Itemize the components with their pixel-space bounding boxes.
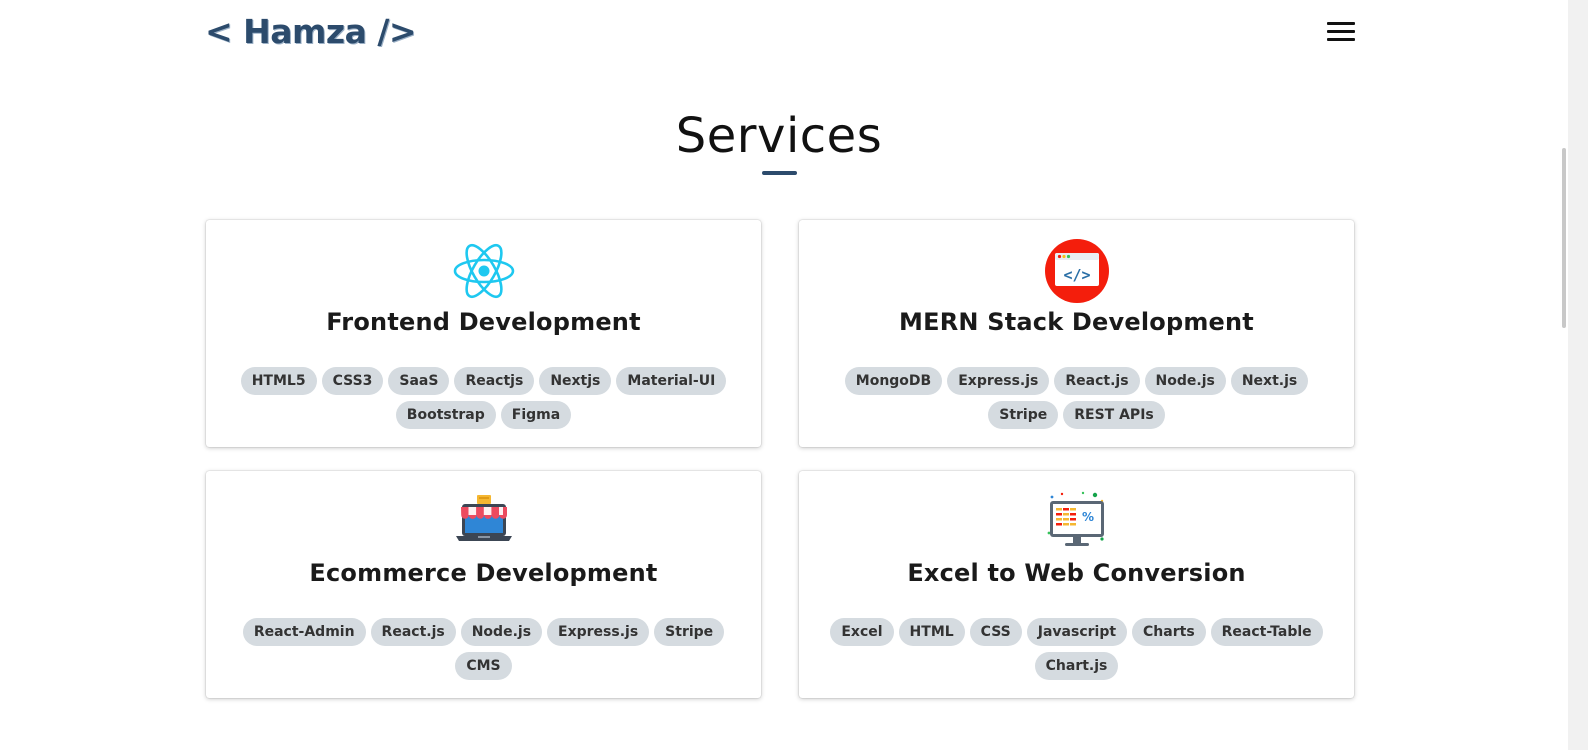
service-card-ecommerce: Ecommerce Development React-Admin React.… xyxy=(206,471,761,698)
tag-chip[interactable]: Javascript xyxy=(1026,618,1128,646)
tag-chip[interactable]: Express.js xyxy=(547,618,650,646)
tag-chip[interactable]: Material-UI xyxy=(616,367,727,395)
tag-list: HTML5 CSS3 SaaS Reactjs Nextjs Material-… xyxy=(236,367,731,429)
svg-text:%: % xyxy=(1082,510,1094,524)
tag-chip[interactable]: Charts xyxy=(1132,618,1206,646)
tag-chip[interactable]: React.js xyxy=(370,618,456,646)
tag-list: MongoDB Express.js React.js Node.js Next… xyxy=(829,367,1324,429)
tag-chip[interactable]: Nextjs xyxy=(539,367,612,395)
tag-list: React-Admin React.js Node.js Express.js … xyxy=(236,618,731,680)
tag-chip[interactable]: Node.js xyxy=(1144,367,1226,395)
service-card-title: Ecommerce Development xyxy=(309,559,658,587)
tag-chip[interactable]: Stripe xyxy=(988,401,1059,429)
tag-chip[interactable]: CMS xyxy=(455,652,512,680)
scrollbar[interactable] xyxy=(1568,0,1588,750)
title-underline xyxy=(762,171,797,175)
tag-chip[interactable]: React.js xyxy=(1054,367,1140,395)
tag-chip[interactable]: Express.js xyxy=(947,367,1050,395)
tag-list: Excel HTML CSS Javascript Charts React-T… xyxy=(829,618,1324,680)
tag-chip[interactable]: React-Table xyxy=(1210,618,1323,646)
tag-chip[interactable]: MongoDB xyxy=(844,367,943,395)
svg-text:</>: </> xyxy=(1063,266,1090,284)
code-window-icon: </> xyxy=(1045,239,1109,303)
tag-chip[interactable]: SaaS xyxy=(388,367,450,395)
service-card-title: MERN Stack Development xyxy=(899,308,1254,336)
menu-line xyxy=(1327,22,1355,25)
hamburger-menu-icon[interactable] xyxy=(1326,20,1356,46)
service-card-mern: </> MERN Stack Development MongoDB Expre… xyxy=(799,220,1354,447)
tag-chip[interactable]: Chart.js xyxy=(1034,652,1119,680)
tag-chip[interactable]: HTML xyxy=(898,618,965,646)
monitor-spreadsheet-icon: % xyxy=(1047,491,1104,546)
service-card-excel: % Excel to Web Conversion Excel HTML CSS… xyxy=(799,471,1354,698)
tag-chip[interactable]: React-Admin xyxy=(242,618,366,646)
tag-chip[interactable]: Excel xyxy=(830,618,894,646)
react-atom-icon xyxy=(453,243,515,299)
menu-line xyxy=(1327,30,1355,33)
menu-line xyxy=(1327,38,1355,41)
laptop-storefront-icon xyxy=(456,495,512,541)
scrollbar-thumb[interactable] xyxy=(1562,148,1566,328)
tag-chip[interactable]: Bootstrap xyxy=(395,401,496,429)
tag-chip[interactable]: Next.js xyxy=(1230,367,1309,395)
tag-chip[interactable]: HTML5 xyxy=(240,367,317,395)
tag-chip[interactable]: CSS3 xyxy=(321,367,384,395)
service-card-title: Excel to Web Conversion xyxy=(907,559,1246,587)
tag-chip[interactable]: CSS xyxy=(969,618,1022,646)
tag-chip[interactable]: REST APIs xyxy=(1063,401,1165,429)
tag-chip[interactable]: Stripe xyxy=(654,618,725,646)
navbar: < Hamza /> xyxy=(0,0,1568,70)
section-title: Services xyxy=(675,108,883,164)
tag-chip[interactable]: Reactjs xyxy=(454,367,535,395)
tag-chip[interactable]: Node.js xyxy=(460,618,543,646)
service-card-title: Frontend Development xyxy=(326,308,641,336)
service-card-frontend: Frontend Development HTML5 CSS3 SaaS Rea… xyxy=(206,220,761,447)
tag-chip[interactable]: Figma xyxy=(500,401,572,429)
site-logo[interactable]: < Hamza /> xyxy=(205,12,417,51)
